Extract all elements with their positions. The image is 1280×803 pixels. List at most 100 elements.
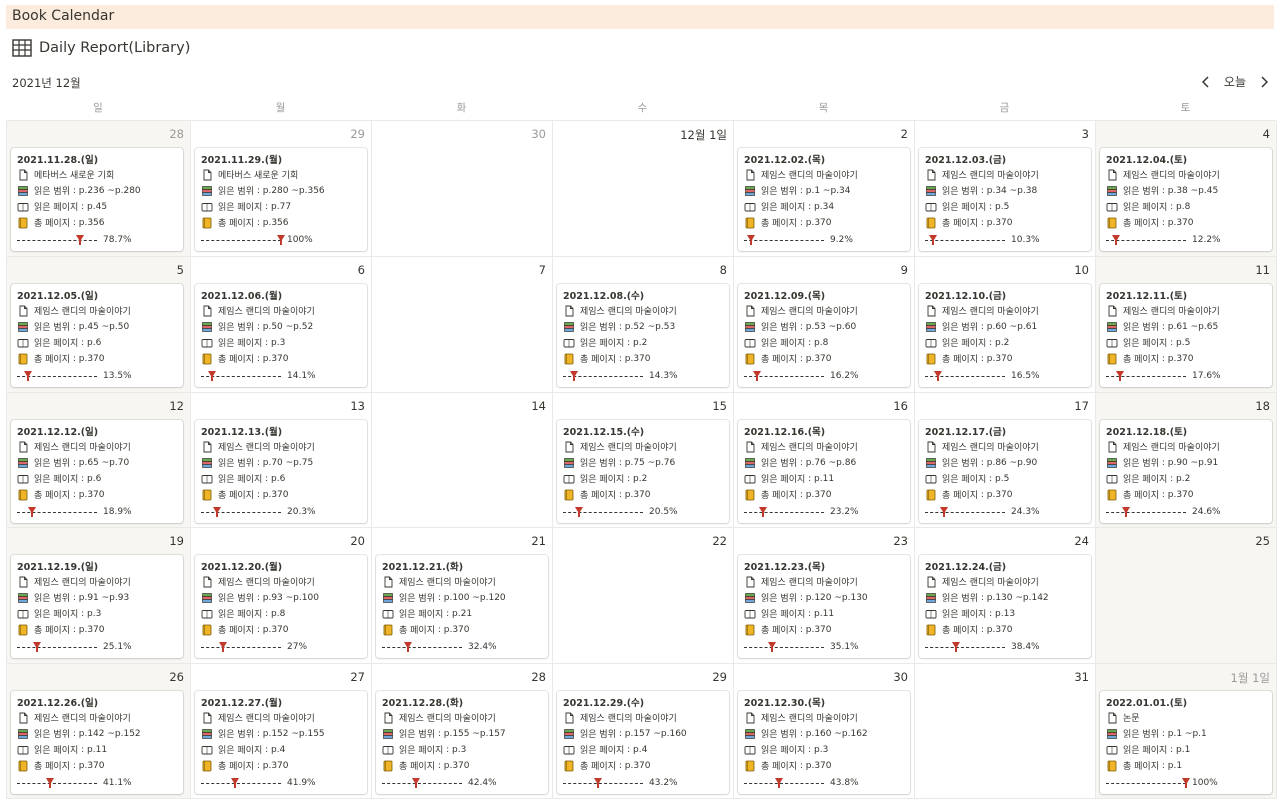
- entry-card[interactable]: 2021.12.06.(월) 제임스 랜디의 마술이야기 읽은 범위 : p.50 …: [195, 284, 367, 387]
- day-cell[interactable]: 3 2021.12.03.(금) 제임스 랜디의 마술이야기 읽은 범위 : p.34…: [915, 121, 1096, 257]
- day-cell[interactable]: 9 2021.12.09.(목) 제임스 랜디의 마술이야기 읽은 범위 : p.53…: [734, 257, 915, 393]
- day-cell[interactable]: 28 2021.11.28.(일) 메타버스 새로운 기회 읽은 범위 : p.236…: [7, 121, 191, 257]
- day-cell[interactable]: 23 2021.12.23.(목) 제임스 랜디의 마술이야기 읽은 범위 : p.1…: [734, 528, 915, 664]
- entry-card[interactable]: 2021.12.15.(수) 제임스 랜디의 마술이야기 읽은 범위 : p.75 …: [557, 420, 729, 523]
- day-cell[interactable]: 29 2021.12.29.(수) 제임스 랜디의 마술이야기 읽은 범위 : p.1…: [553, 664, 734, 799]
- separator: :: [434, 624, 444, 635]
- day-cell[interactable]: 12 2021.12.12.(일) 제임스 랜디의 마술이야기 읽은 범위 : p.6…: [7, 393, 191, 528]
- book-title: 제임스 랜디의 마술이야기: [218, 307, 315, 317]
- progress-bar: [744, 370, 824, 382]
- day-cell[interactable]: 13 2021.12.13.(월) 제임스 랜디의 마술이야기 읽은 범위 : p.7…: [191, 393, 372, 528]
- entry-card[interactable]: 2021.12.20.(월) 제임스 랜디의 마술이야기 읽은 범위 : p.93 …: [195, 555, 367, 658]
- entry-card[interactable]: 2021.12.12.(일) 제임스 랜디의 마술이야기 읽은 범위 : p.65 …: [11, 420, 183, 523]
- entry-title: 2021.11.28.(일): [17, 155, 99, 166]
- entry-card[interactable]: 2021.12.08.(수) 제임스 랜디의 마술이야기 읽은 범위 : p.52 …: [557, 284, 729, 387]
- entry-card[interactable]: 2021.12.21.(화) 제임스 랜디의 마술이야기 읽은 범위 : p.100…: [376, 555, 548, 658]
- document-icon: [203, 441, 212, 452]
- day-cell[interactable]: 15 2021.12.15.(수) 제임스 랜디의 마술이야기 읽은 범위 : p.7…: [553, 393, 734, 528]
- day-cell[interactable]: 4 2021.12.04.(토) 제임스 랜디의 마술이야기 읽은 범위 : p.38…: [1096, 121, 1277, 257]
- day-cell[interactable]: 25: [1096, 528, 1277, 664]
- progress-percent: 41.9%: [287, 778, 316, 788]
- day-cell[interactable]: 21 2021.12.21.(화) 제임스 랜디의 마술이야기 읽은 범위 : p.1…: [372, 528, 553, 664]
- entry-card[interactable]: 2021.11.29.(월) 메타버스 새로운 기회 읽은 범위 : p.280 ~…: [195, 148, 367, 251]
- pages-read-label: 읽은 페이지: [942, 475, 987, 485]
- view-header[interactable]: Daily Report(Library): [12, 38, 190, 58]
- progress-track: [17, 783, 97, 784]
- today-button[interactable]: 오늘: [1220, 73, 1250, 90]
- day-cell[interactable]: 31: [915, 664, 1096, 799]
- day-cell[interactable]: 20 2021.12.20.(월) 제임스 랜디의 마술이야기 읽은 범위 : p.9…: [191, 528, 372, 664]
- entry-card[interactable]: 2021.12.29.(수) 제임스 랜디의 마술이야기 읽은 범위 : p.157…: [557, 691, 729, 794]
- total-book-icon: [202, 624, 212, 635]
- day-cell[interactable]: 1월 1일 2022.01.01.(토) 논문 읽은 범위 : p.1 ~p.1 읽은 …: [1096, 664, 1277, 799]
- entry-card[interactable]: 2021.12.26.(일) 제임스 랜디의 마술이야기 읽은 범위 : p.142…: [11, 691, 183, 794]
- entry-card[interactable]: 2021.12.30.(목) 제임스 랜디의 마술이야기 읽은 범위 : p.160…: [738, 691, 910, 794]
- progress-row: 14.1%: [201, 370, 316, 382]
- day-cell[interactable]: 2 2021.12.02.(목) 제임스 랜디의 마술이야기 읽은 범위 : p.1 …: [734, 121, 915, 257]
- day-cell[interactable]: 24 2021.12.24.(금) 제임스 랜디의 마술이야기 읽은 범위 : p.1…: [915, 528, 1096, 664]
- day-cell[interactable]: 27 2021.12.27.(월) 제임스 랜디의 마술이야기 읽은 범위 : p.1…: [191, 664, 372, 799]
- entry-card[interactable]: 2021.12.04.(토) 제임스 랜디의 마술이야기 읽은 범위 : p.38 …: [1100, 148, 1272, 251]
- entry-card[interactable]: 2021.12.13.(월) 제임스 랜디의 마술이야기 읽은 범위 : p.70 …: [195, 420, 367, 523]
- entry-card[interactable]: 2021.11.28.(일) 메타버스 새로운 기회 읽은 범위 : p.236 ~…: [11, 148, 183, 251]
- progress-row: 41.9%: [201, 777, 316, 789]
- next-month-button[interactable]: [1258, 75, 1270, 89]
- day-cell[interactable]: 29 2021.11.29.(월) 메타버스 새로운 기회 읽은 범위 : p.280…: [191, 121, 372, 257]
- total-pages-row: 총 페이지 : p.370: [201, 759, 289, 772]
- separator: :: [253, 592, 263, 603]
- entry-card[interactable]: 2021.12.27.(월) 제임스 랜디의 마술이야기 읽은 범위 : p.152…: [195, 691, 367, 794]
- entry-card[interactable]: 2021.12.10.(금) 제임스 랜디의 마술이야기 읽은 범위 : p.60 …: [919, 284, 1091, 387]
- progress-pin-icon: [747, 235, 756, 245]
- total-book-icon: [18, 760, 28, 771]
- entry-card[interactable]: 2021.12.16.(목) 제임스 랜디의 마술이야기 읽은 범위 : p.76 …: [738, 420, 910, 523]
- entry-card[interactable]: 2021.12.09.(목) 제임스 랜디의 마술이야기 읽은 범위 : p.53 …: [738, 284, 910, 387]
- day-cell[interactable]: 5 2021.12.05.(일) 제임스 랜디의 마술이야기 읽은 범위 : p.45…: [7, 257, 191, 393]
- entry-card[interactable]: 2021.12.03.(금) 제임스 랜디의 마술이야기 읽은 범위 : p.34 …: [919, 148, 1091, 251]
- day-cell[interactable]: 18 2021.12.18.(토) 제임스 랜디의 마술이야기 읽은 범위 : p.9…: [1096, 393, 1277, 528]
- day-cell[interactable]: 28 2021.12.28.(화) 제임스 랜디의 마술이야기 읽은 범위 : p.1…: [372, 664, 553, 799]
- entry-card[interactable]: 2021.12.28.(화) 제임스 랜디의 마술이야기 읽은 범위 : p.155…: [376, 691, 548, 794]
- day-cell[interactable]: 7: [372, 257, 553, 393]
- total-pages-row: 총 페이지 : p.370: [17, 623, 105, 636]
- entry-card[interactable]: 2021.12.19.(일) 제임스 랜디의 마술이야기 읽은 범위 : p.91 …: [11, 555, 183, 658]
- day-cell[interactable]: 16 2021.12.16.(목) 제임스 랜디의 마술이야기 읽은 범위 : p.7…: [734, 393, 915, 528]
- day-cell[interactable]: 26 2021.12.26.(일) 제임스 랜디의 마술이야기 읽은 범위 : p.1…: [7, 664, 191, 799]
- total-pages-value: p.370: [78, 353, 105, 364]
- entry-card[interactable]: 2021.12.17.(금) 제임스 랜디의 마술이야기 읽은 범위 : p.86 …: [919, 420, 1091, 523]
- previous-month-button[interactable]: [1200, 75, 1212, 89]
- top-header-bar: Book Calendar: [6, 5, 1274, 29]
- entry-card[interactable]: 2021.12.05.(일) 제임스 랜디의 마술이야기 읽은 범위 : p.45 …: [11, 284, 183, 387]
- progress-row: 100%: [201, 234, 313, 246]
- progress-bar: [17, 641, 97, 653]
- book-title: 메타버스 새로운 기회: [34, 171, 115, 181]
- progress-bar: [17, 506, 97, 518]
- day-cell[interactable]: 17 2021.12.17.(금) 제임스 랜디의 마술이야기 읽은 범위 : p.8…: [915, 393, 1096, 528]
- total-pages-row: 총 페이지 : p.370: [744, 623, 832, 636]
- entry-card[interactable]: 2021.12.18.(토) 제임스 랜디의 마술이야기 읽은 범위 : p.90 …: [1100, 420, 1272, 523]
- day-cell[interactable]: 12월 1일: [553, 121, 734, 257]
- day-cell[interactable]: 19 2021.12.19.(일) 제임스 랜디의 마술이야기 읽은 범위 : p.9…: [7, 528, 191, 664]
- books-stack-icon: [745, 728, 755, 739]
- entry-card[interactable]: 2021.12.11.(토) 제임스 랜디의 마술이야기 읽은 범위 : p.61 …: [1100, 284, 1272, 387]
- book-title: 제임스 랜디의 마술이야기: [34, 443, 131, 453]
- day-cell[interactable]: 14: [372, 393, 553, 528]
- progress-percent: 43.8%: [830, 778, 859, 788]
- entry-card[interactable]: 2021.12.02.(목) 제임스 랜디의 마술이야기 읽은 범위 : p.1 ~…: [738, 148, 910, 251]
- day-cell[interactable]: 8 2021.12.08.(수) 제임스 랜디의 마술이야기 읽은 범위 : p.52…: [553, 257, 734, 393]
- total-pages-label: 총 페이지: [34, 491, 70, 501]
- day-cell[interactable]: 22: [553, 528, 734, 664]
- entry-card[interactable]: 2021.12.24.(금) 제임스 랜디의 마술이야기 읽은 범위 : p.130…: [919, 555, 1091, 658]
- read-range-label: 읽은 범위: [34, 459, 70, 469]
- progress-row: 25.1%: [17, 641, 132, 653]
- day-cell[interactable]: 11 2021.12.11.(토) 제임스 랜디의 마술이야기 읽은 범위 : p.6…: [1096, 257, 1277, 393]
- day-cell[interactable]: 10 2021.12.10.(금) 제임스 랜디의 마술이야기 읽은 범위 : p.6…: [915, 257, 1096, 393]
- entry-card[interactable]: 2021.12.23.(목) 제임스 랜디의 마술이야기 읽은 범위 : p.120…: [738, 555, 910, 658]
- books-stack-icon: [18, 592, 28, 603]
- entry-card[interactable]: 2022.01.01.(토) 논문 읽은 범위 : p.1 ~p.1 읽은 페이지 :…: [1100, 691, 1272, 794]
- total-book-icon: [745, 489, 755, 500]
- day-cell[interactable]: 6 2021.12.06.(월) 제임스 랜디의 마술이야기 읽은 범위 : p.50…: [191, 257, 372, 393]
- book-title-row: 제임스 랜디의 마술이야기: [17, 440, 131, 453]
- day-cell[interactable]: 30 2021.12.30.(목) 제임스 랜디의 마술이야기 읽은 범위 : p.1…: [734, 664, 915, 799]
- day-cell[interactable]: 30: [372, 121, 553, 257]
- book-title: 제임스 랜디의 마술이야기: [34, 714, 131, 724]
